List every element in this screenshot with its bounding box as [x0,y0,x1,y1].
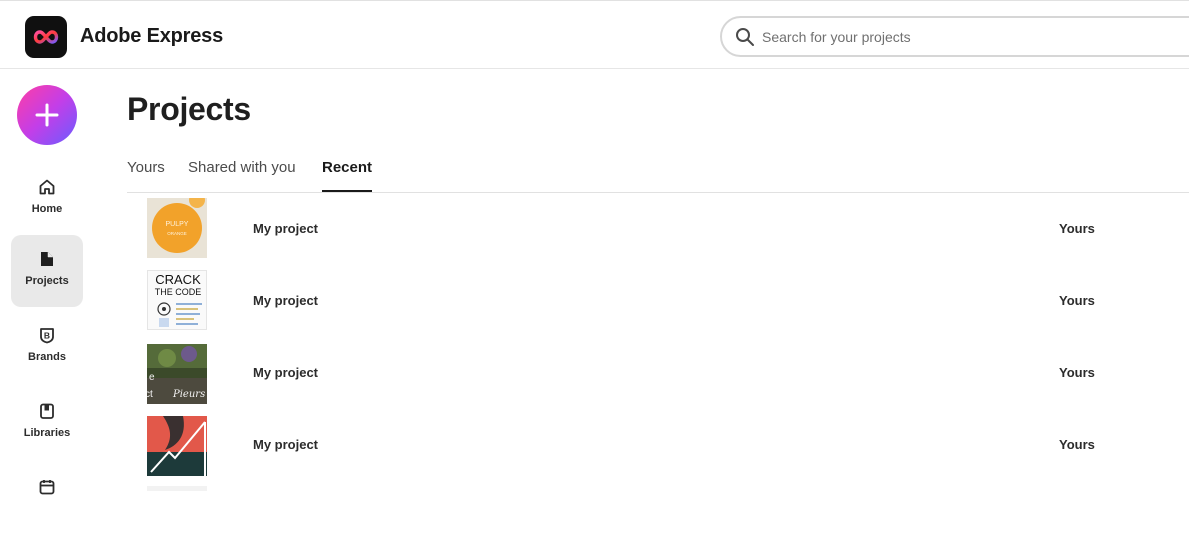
tabs: Yours Shared with you Recent [127,158,1189,192]
project-name[interactable]: My project [253,221,318,236]
table-row[interactable]: CRACK THE CODE My project Yours [127,264,1189,336]
thumb-text: Pieurs [172,389,205,400]
thumb-text: e [149,372,155,383]
project-thumbnail[interactable] [147,486,207,491]
search-box[interactable] [720,16,1189,57]
search-icon [736,28,754,46]
sidebar-item-label: Brands [28,351,66,363]
project-owner: Yours [1059,437,1095,452]
libraries-icon [37,401,57,421]
thumb-text: ct [147,389,153,400]
sidebar-item-brands[interactable]: B Brands [11,311,83,383]
sidebar-item-label: Libraries [23,427,71,439]
svg-text:B: B [44,331,50,341]
create-button[interactable] [17,85,77,145]
projects-icon [37,249,57,269]
project-name[interactable]: My project [253,437,318,452]
thumb-text: PULPY [166,221,189,228]
home-icon [37,177,57,197]
thumb-text: THE CODE [155,287,202,297]
tab-shared-with-you[interactable]: Shared with you [188,158,296,192]
sidebar-item-projects[interactable]: Projects [11,235,83,307]
table-row[interactable]: PULPY ORANGE My project Yours [127,192,1189,264]
app-name: Adobe Express [80,25,224,47]
project-owner: Yours [1059,365,1095,380]
project-thumbnail[interactable]: e ct Pieurs [147,344,207,404]
project-owner: Yours [1059,293,1095,308]
calendar-icon [37,477,57,497]
page-title: Projects [127,91,251,127]
sidebar-item-calendar[interactable] [11,463,83,535]
sidebar-item-libraries[interactable]: Libraries [11,387,83,459]
tab-yours[interactable]: Yours [127,158,165,192]
plus-icon [35,103,59,127]
table-row[interactable]: My project Yours [127,408,1189,480]
tab-recent[interactable]: Recent [322,158,373,192]
thumb-text: CRACK [155,272,201,287]
sidebar-item-label: Projects [25,275,69,287]
project-thumbnail[interactable] [147,416,207,476]
sidebar-item-label: Home [31,203,63,215]
project-name[interactable]: My project [253,293,318,308]
project-thumbnail[interactable]: PULPY ORANGE [147,198,207,258]
project-name[interactable]: My project [253,365,318,380]
brands-icon: B [37,325,57,345]
sidebar-item-home[interactable]: Home [11,163,83,235]
project-owner: Yours [1059,221,1095,236]
table-row[interactable]: e ct Pieurs My project Yours [127,336,1189,408]
thumb-text: ORANGE [167,231,187,236]
adobe-express-logo-icon[interactable] [25,16,67,58]
project-thumbnail[interactable]: CRACK THE CODE [147,270,207,330]
search-input[interactable] [762,26,1182,48]
top-bar: Adobe Express [0,0,1189,69]
